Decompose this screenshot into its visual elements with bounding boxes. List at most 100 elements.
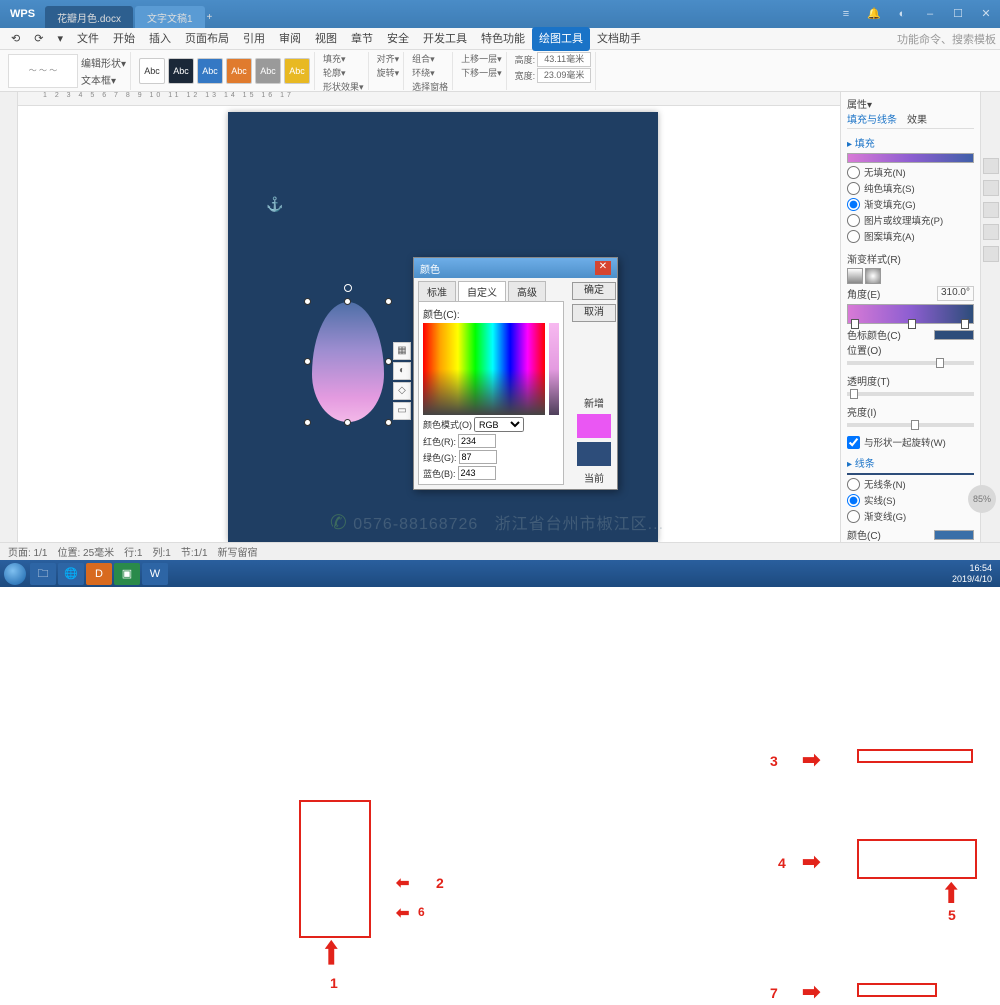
opt-solid-fill[interactable]: 纯色填充(S) [847,181,974,195]
b-input[interactable] [458,466,496,480]
menu-icon[interactable]: ≡ [832,4,860,24]
user-icon[interactable]: ◐ [888,4,916,24]
panel-title[interactable]: 属性▾ [847,96,974,111]
wrap-button[interactable]: 环绕▾ [412,66,435,79]
strip-icon-2[interactable] [983,180,999,196]
resize-handle-s[interactable] [344,419,351,426]
menu-secure[interactable]: 安全 [380,28,416,50]
zoom-indicator[interactable]: 85% [968,485,996,513]
dialog-close-button[interactable]: ✕ [595,261,611,275]
canvas[interactable]: 1 2 3 4 5 6 7 8 9 10 11 12 13 14 15 16 1… [18,92,840,542]
resize-handle-n[interactable] [344,298,351,305]
stop-color-picker[interactable] [934,330,974,340]
fill-button[interactable]: 填充▾ [323,52,346,65]
ok-button[interactable]: 确定 [572,282,616,300]
doc-tab-1[interactable]: 花瓣月色.docx [45,6,133,28]
start-button[interactable] [4,563,26,585]
line-section-header[interactable]: ▸ 线条 [847,455,974,470]
menu-home[interactable]: 开始 [106,28,142,50]
panel-tab-effects[interactable]: 效果 [907,111,927,126]
tab-advanced[interactable]: 高级 [508,281,546,301]
new-tab-button[interactable]: + [207,6,225,28]
color-field[interactable] [423,323,545,415]
resize-handle-nw[interactable] [304,298,311,305]
search-input[interactable]: 功能命令、搜索模板 [897,31,996,47]
close-button[interactable]: ✕ [972,4,1000,24]
leaf-shape[interactable] [312,302,384,422]
taskbar-app-4[interactable]: ▣ [114,563,140,585]
up-layer-button[interactable]: 上移一层▾ [461,52,502,65]
brightness-slider[interactable] [847,423,974,427]
menu-redo-icon[interactable]: ⟳ [27,28,50,50]
select-pane-button[interactable]: 选择窗格 [412,80,448,93]
resize-handle-se[interactable] [385,419,392,426]
resize-handle-sw[interactable] [304,419,311,426]
outline-button[interactable]: 轮廓▾ [323,66,346,79]
height-input[interactable]: 43.11毫米 [537,52,591,67]
menu-dropdown-icon[interactable]: ▾ [50,28,70,50]
mini-fill-icon[interactable]: ◐ [393,362,411,380]
menu-file[interactable]: 文件 [70,28,106,50]
cancel-button[interactable]: 取消 [572,304,616,322]
rotate-handle[interactable] [344,284,352,292]
menu-layout[interactable]: 页面布局 [178,28,236,50]
bell-icon[interactable]: 🔔 [860,4,888,24]
menu-drawing-tools[interactable]: 绘图工具 [532,27,590,51]
opt-solid-line[interactable]: 实线(S) [847,493,974,507]
style-gallery[interactable]: Abc Abc Abc Abc Abc Abc [135,52,315,90]
resize-handle-ne[interactable] [385,298,392,305]
rotate-button[interactable]: 旋转▾ [377,66,400,79]
gradient-stop-1[interactable] [851,319,859,329]
dialog-titlebar[interactable]: 颜色 ✕ [414,258,617,278]
fill-section-header[interactable]: ▸ 填充 [847,135,974,150]
opt-gradient-fill[interactable]: 渐变填充(G) [847,197,974,211]
menu-feature[interactable]: 特色功能 [474,28,532,50]
group-button[interactable]: 组合▾ [412,52,435,65]
menu-assistant[interactable]: 文档助手 [590,28,648,50]
opt-gradient-line[interactable]: 渐变线(G) [847,509,974,523]
menu-review[interactable]: 审阅 [272,28,308,50]
gradient-stop-3[interactable] [961,319,969,329]
line-color-picker[interactable] [934,530,974,540]
panel-tab-fill-line[interactable]: 填充与线条 [847,111,897,126]
taskbar-app-1[interactable]: 🗀 [30,563,56,585]
selected-shape[interactable] [308,302,388,422]
tab-custom[interactable]: 自定义 [458,281,506,301]
taskbar-app-5[interactable]: W [142,563,168,585]
down-layer-button[interactable]: 下移一层▾ [461,66,502,79]
menu-dev[interactable]: 开发工具 [416,28,474,50]
position-slider[interactable] [847,361,974,365]
edit-shape-button[interactable]: 编辑形状▾ [81,55,126,70]
grad-radial-icon[interactable] [865,268,881,284]
menu-section[interactable]: 章节 [344,28,380,50]
angle-value[interactable]: 310.0° [937,286,974,301]
mini-shape-icon[interactable]: ▭ [393,402,411,420]
transparency-slider[interactable] [847,392,974,396]
minimize-button[interactable]: – [916,4,944,24]
width-input[interactable]: 23.09毫米 [537,68,591,83]
menu-undo-icon[interactable]: ⟲ [4,28,27,50]
doc-tab-2[interactable]: 文字文稿1 [135,6,205,28]
textbox-button[interactable]: 文本框▾ [81,72,126,87]
maximize-button[interactable]: ☐ [944,4,972,24]
taskbar-app-3[interactable]: D [86,563,112,585]
opt-picture-fill[interactable]: 图片或纹理填充(P) [847,213,974,227]
resize-handle-e[interactable] [385,358,392,365]
strip-icon-1[interactable] [983,158,999,174]
grad-linear-icon[interactable] [847,268,863,284]
rotate-with-shape[interactable]: 与形状一起旋转(W) [847,435,974,449]
menu-ref[interactable]: 引用 [236,28,272,50]
mini-layout-icon[interactable]: ▦ [393,342,411,360]
saturation-bar[interactable] [549,323,559,415]
opt-no-line[interactable]: 无线条(N) [847,477,974,491]
mini-outline-icon[interactable]: ◇ [393,382,411,400]
strip-icon-5[interactable] [983,246,999,262]
tab-standard[interactable]: 标准 [418,281,456,301]
color-mode-select[interactable]: RGB [474,417,524,432]
strip-icon-4[interactable] [983,224,999,240]
shape-fx-button[interactable]: 形状效果▾ [323,80,364,93]
gradient-stop-2[interactable] [908,319,916,329]
opt-pattern-fill[interactable]: 图案填充(A) [847,229,974,243]
opt-no-fill[interactable]: 无填充(N) [847,165,974,179]
resize-handle-w[interactable] [304,358,311,365]
